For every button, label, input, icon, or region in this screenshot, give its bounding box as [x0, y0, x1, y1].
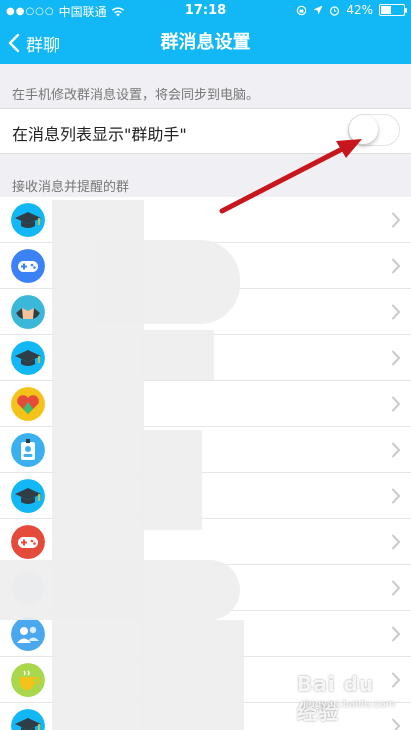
- show-group-assistant-switch[interactable]: [348, 114, 400, 146]
- battery-percent: 42%: [346, 3, 373, 17]
- gamepad-icon: [11, 249, 45, 283]
- chevron-right-icon: [391, 580, 401, 596]
- location-icon: [313, 5, 323, 15]
- battery-fill: [381, 6, 391, 14]
- battery-icon: [379, 4, 407, 16]
- status-bar: ●●○○○ 中国联通 17:18 42%: [0, 0, 411, 22]
- chevron-right-icon: [391, 304, 401, 320]
- switch-knob: [349, 115, 378, 144]
- chevron-right-icon: [391, 534, 401, 550]
- graduation-cap-icon: [11, 709, 45, 730]
- page-title: 群消息设置: [160, 32, 251, 53]
- watermark-url: jingyan.baidu.com: [303, 699, 396, 710]
- handshake-icon: [11, 295, 45, 329]
- graduation-cap-icon: [11, 479, 45, 513]
- status-right: 42%: [296, 3, 407, 17]
- chevron-right-icon: [391, 442, 401, 458]
- sync-hint: 在手机修改群消息设置，将会同步到电脑。: [12, 88, 260, 103]
- back-label: 群聊: [26, 35, 60, 56]
- chevron-right-icon: [391, 212, 401, 228]
- chevron-right-icon: [391, 396, 401, 412]
- show-group-assistant-label: 在消息列表显示"群助手": [12, 125, 187, 144]
- privacy-blur: [140, 330, 214, 380]
- privacy-blur: [0, 560, 240, 620]
- graduation-cap-icon: [11, 341, 45, 375]
- privacy-blur: [96, 240, 240, 324]
- cup-icon: [11, 663, 45, 697]
- chevron-right-icon: [391, 350, 401, 366]
- alarm-icon: [330, 5, 340, 16]
- chevron-left-icon: [8, 33, 20, 53]
- gamepad-icon: [11, 525, 45, 559]
- watermark: Bai du 经验 jingyan.baidu.com: [297, 672, 397, 724]
- chevron-right-icon: [391, 258, 401, 274]
- heart-icon: [11, 387, 45, 421]
- people-icon: [11, 617, 45, 651]
- graduation-cap-icon: [11, 203, 45, 237]
- privacy-blur: [140, 430, 202, 530]
- id-badge-icon: [11, 433, 45, 467]
- nav-bar: 群聊 群消息设置: [0, 22, 411, 64]
- chevron-right-icon: [391, 626, 401, 642]
- section-label: 接收消息并提醒的群: [12, 180, 130, 195]
- back-button[interactable]: 群聊: [4, 22, 60, 64]
- chevron-right-icon: [391, 488, 401, 504]
- privacy-blur: [140, 620, 244, 730]
- rotation-lock-icon: [297, 5, 307, 15]
